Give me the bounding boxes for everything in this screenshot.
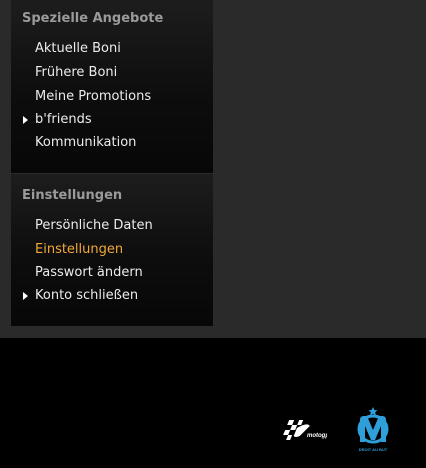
om-logo-mark: DROIT AU BUT <box>357 407 389 452</box>
menu-item-my-promotions[interactable]: Meine Promotions <box>35 89 151 104</box>
special-offers-title: Spezielle Angebote <box>22 11 164 26</box>
motogp-logo-mark: motogp <box>283 420 329 440</box>
special-offers-panel: Spezielle Angebote Aktuelle Boni Frühere… <box>11 0 213 173</box>
motogp-wordmark: motogp <box>307 433 327 439</box>
triangle-right-icon <box>23 292 28 300</box>
menu-item-close-account[interactable]: Konto schließen <box>35 288 138 303</box>
om-motto: DROIT AU BUT <box>359 447 388 452</box>
settings-panel: Einstellungen Persönliche Daten Einstell… <box>11 174 213 326</box>
motogp-logo: motogp <box>281 418 329 448</box>
menu-item-past-bonuses[interactable]: Frühere Boni <box>35 65 117 80</box>
menu-item-settings[interactable]: Einstellungen <box>35 242 123 257</box>
menu-item-current-bonuses[interactable]: Aktuelle Boni <box>35 41 121 56</box>
settings-title: Einstellungen <box>22 188 123 203</box>
menu-item-communication[interactable]: Kommunikation <box>35 135 136 150</box>
menu-item-change-password[interactable]: Passwort ändern <box>35 265 143 280</box>
triangle-right-icon <box>23 116 28 124</box>
menu-item-bfriends[interactable]: b'friends <box>35 112 92 127</box>
content-area: Spezielle Angebote Aktuelle Boni Frühere… <box>0 0 426 338</box>
menu-item-personal-data[interactable]: Persönliche Daten <box>35 218 153 233</box>
olympique-de-marseille-logo: DROIT AU BUT <box>354 406 394 460</box>
